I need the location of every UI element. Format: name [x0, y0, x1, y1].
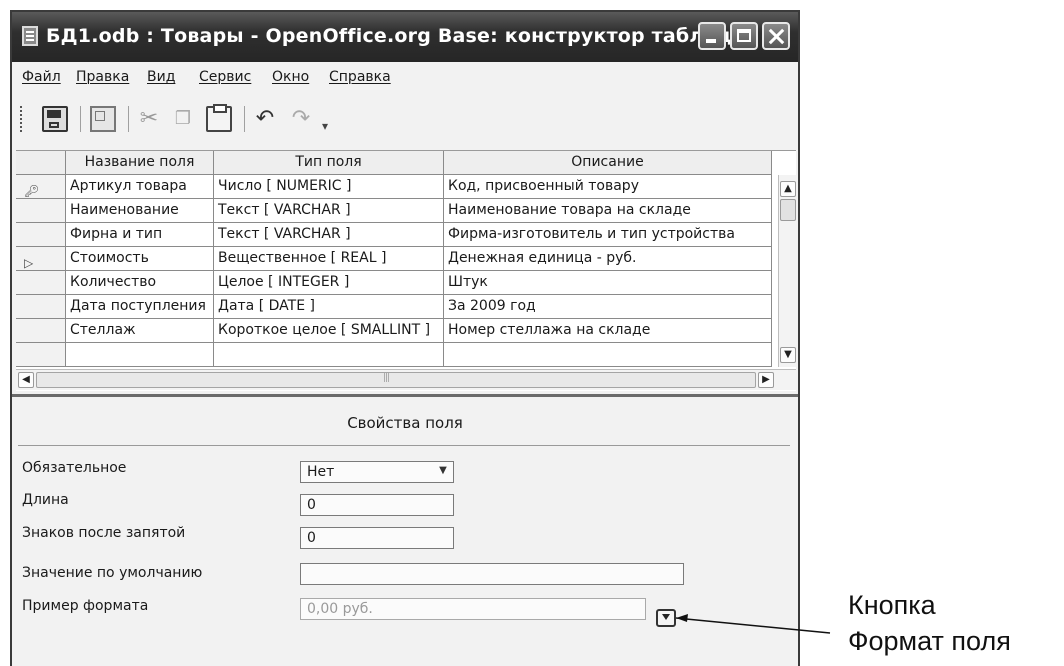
callout-arrowhead — [676, 614, 688, 622]
callout-pointer — [675, 614, 831, 634]
callout-label-line1: Кнопка — [848, 590, 936, 620]
callout-label-line2: Формат поля — [848, 626, 1011, 656]
callout-line — [675, 617, 831, 634]
